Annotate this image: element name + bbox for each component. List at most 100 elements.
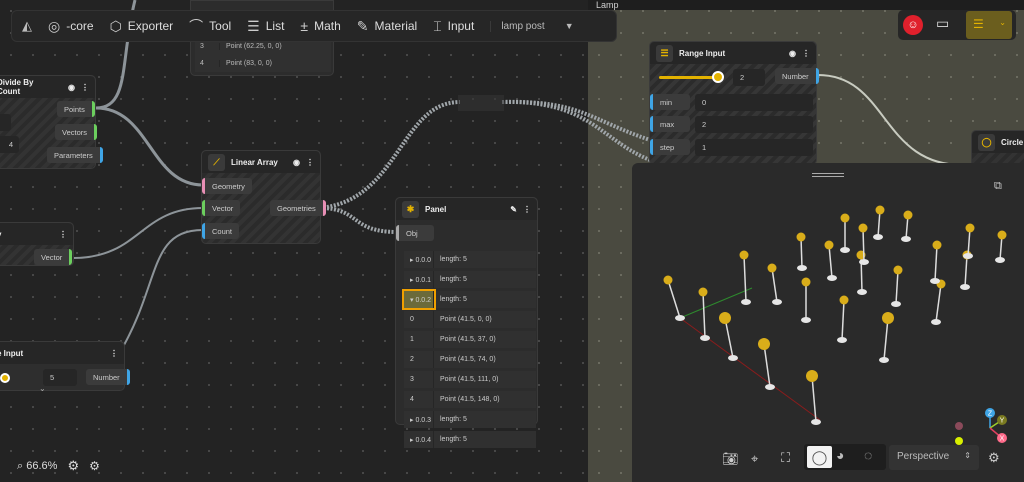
- logo-icon[interactable]: ◭: [22, 18, 32, 34]
- output-vector[interactable]: Vector: [34, 249, 73, 265]
- settings-sliders-button[interactable]: ☰ ⌄: [966, 11, 1012, 39]
- toolbar-tool[interactable]: ⌒ Tool: [189, 16, 231, 36]
- expand-chevron-icon[interactable]: ⌄: [39, 384, 46, 393]
- panel-row[interactable]: ▸ 0.0.1 length: 5: [404, 271, 536, 288]
- lamp-post: [796, 232, 807, 271]
- panel-row[interactable]: ▾ 0.0.2 length: 5: [402, 289, 536, 310]
- edit-icon[interactable]: ✎: [510, 205, 517, 214]
- y-axis-line: [679, 287, 753, 319]
- camera-select[interactable]: Perspective ⇕: [889, 445, 979, 470]
- engine-icon[interactable]: ⚙: [89, 459, 100, 473]
- vector-node[interactable]: y ⋮ Vector: [0, 222, 74, 266]
- zoom-level[interactable]: ⌕ 66.6%: [17, 460, 57, 473]
- number-field[interactable]: 2: [733, 69, 765, 86]
- range-input-node[interactable]: e Input ⋮ 5 Number ⌄: [0, 341, 130, 393]
- max-field[interactable]: 2: [695, 116, 813, 133]
- node-title: Panel: [425, 204, 447, 214]
- panel-row[interactable]: 3 Point (41.5, 111, 0): [404, 371, 536, 388]
- toolbar-exporter[interactable]: ⬡ Exporter: [110, 18, 174, 35]
- output-geometries[interactable]: Geometries: [270, 200, 326, 216]
- output-number[interactable]: Number: [775, 68, 819, 84]
- project-select[interactable]: lamp post ▼: [490, 20, 574, 32]
- row-key: 0: [404, 311, 434, 328]
- wire: [123, 229, 204, 346]
- row-value: Point (41.5, 148, 0): [440, 396, 500, 403]
- core-icon: ◎: [48, 17, 61, 34]
- range-input-node[interactable]: ☰ Range Input ◉ ⋮ 2 Number min 0 max 2 step…: [649, 41, 819, 165]
- eye-icon[interactable]: ◉: [789, 49, 796, 58]
- more-icon[interactable]: ⋮: [81, 83, 89, 92]
- toolbar-list[interactable]: ☰ List: [247, 18, 284, 35]
- more-icon[interactable]: ⋮: [523, 205, 531, 214]
- number-field[interactable]: 5: [43, 369, 77, 386]
- fullscreen-icon[interactable]: ⛶: [781, 450, 790, 466]
- input-min[interactable]: min: [650, 94, 690, 110]
- input-step[interactable]: step: [650, 139, 690, 155]
- gizmo-neg-axis: [955, 437, 963, 445]
- output-number[interactable]: Number: [86, 369, 130, 385]
- toolbar-input[interactable]: ⌶ Input: [433, 18, 474, 35]
- sliders-icon: ☰: [973, 17, 984, 31]
- input-icon: ⌶: [433, 17, 442, 34]
- input-vector[interactable]: Vector: [202, 200, 241, 216]
- panel-row[interactable]: 0 Point (41.5, 0, 0): [404, 311, 536, 328]
- top-right-toolbar: ☺ ▭ ☰ ⌄: [898, 10, 1016, 40]
- panel-row[interactable]: ▸ 0.0.4 length: 5: [404, 431, 536, 448]
- shading-solid-button[interactable]: ◯: [807, 446, 832, 468]
- panel-row[interactable]: 1 Point (41.5, 37, 0): [404, 331, 536, 348]
- input-geometry[interactable]: Geometry: [202, 178, 252, 194]
- gear-icon[interactable]: ⚙: [67, 458, 79, 474]
- gear-icon[interactable]: ⚙: [988, 450, 1000, 466]
- linear-array-node[interactable]: ⟋ Linear Array ◉ ⋮ Geometry Vector Count Ge…: [201, 150, 326, 244]
- lamp-post: [879, 312, 894, 363]
- panel-row[interactable]: 2 Point (41.5, 74, 0): [404, 351, 536, 368]
- lamp-post: [901, 210, 913, 242]
- shading-material-button[interactable]: ◕: [836, 447, 844, 463]
- input-max[interactable]: max: [650, 116, 690, 132]
- output-vectors[interactable]: Vectors: [55, 124, 98, 140]
- row-key: 2: [404, 351, 434, 368]
- comment-icon[interactable]: ▭: [936, 15, 949, 32]
- search-icon: ⌕: [17, 459, 24, 472]
- brush-icon: ✎: [356, 17, 369, 34]
- row-value: Point (41.5, 111, 0): [440, 376, 499, 383]
- row-value: length: 5: [440, 416, 467, 423]
- panel-row[interactable]: ▸ 0.0.0 length: 5: [404, 251, 536, 268]
- 3d-viewport[interactable]: ⧉ ZYX 📷︎ ⌖ ⛶ ◯ ◕ ◌ Perspective ⇕ ⚙: [632, 163, 1024, 482]
- row-value: length: 5: [440, 296, 467, 303]
- shading-wire-button[interactable]: ◌: [864, 447, 872, 463]
- slider-track[interactable]: [659, 76, 719, 79]
- user-avatar-icon[interactable]: ☺: [903, 15, 923, 35]
- more-icon[interactable]: ⋮: [802, 49, 810, 58]
- zoom-fit-icon[interactable]: ⌖: [751, 451, 758, 467]
- eye-icon[interactable]: ◉: [68, 83, 75, 92]
- camera-icon[interactable]: 📷︎: [722, 451, 739, 467]
- group-title: Lamp: [594, 0, 621, 10]
- more-icon[interactable]: ⋮: [306, 158, 314, 167]
- wire: [95, 106, 204, 187]
- toolbar-math[interactable]: ± Math: [300, 18, 340, 34]
- output-parameters[interactable]: Parameters: [47, 147, 103, 163]
- slider-thumb[interactable]: [712, 71, 724, 83]
- input-obj[interactable]: Obj: [396, 225, 434, 241]
- eye-icon[interactable]: ◉: [293, 158, 300, 167]
- step-field[interactable]: 1: [695, 139, 813, 156]
- node-title: Divide By Count: [0, 78, 34, 96]
- toolbar-material[interactable]: ✎ Material: [357, 18, 417, 35]
- panel-node[interactable]: ✱ Panel ✎ ⋮ Obj ▸ 0.0.0 length: 5 ▸ 0.0.1 leng…: [395, 197, 538, 448]
- panel-row[interactable]: ▸ 0.0.3 length: 5: [404, 411, 536, 428]
- input-field[interactable]: [0, 114, 11, 131]
- input-count[interactable]: Count: [202, 223, 240, 239]
- count-field[interactable]: 4: [0, 136, 19, 153]
- more-icon[interactable]: ⋮: [59, 230, 67, 239]
- slider-thumb[interactable]: [0, 373, 10, 383]
- list-icon: ☰: [247, 17, 260, 34]
- min-field[interactable]: 0: [695, 94, 813, 111]
- more-icon[interactable]: ⋮: [110, 349, 118, 358]
- row-key: 1: [404, 331, 434, 348]
- output-points[interactable]: Points: [57, 101, 95, 117]
- scene: ZY X: [663, 205, 1007, 445]
- toolbar-core[interactable]: ◎ -core: [48, 18, 94, 35]
- divide-by-count-node[interactable]: Divide By Count ◉ ⋮ 4 Points Vectors Param…: [0, 75, 103, 169]
- panel-row[interactable]: 4 Point (41.5, 148, 0): [404, 391, 536, 408]
